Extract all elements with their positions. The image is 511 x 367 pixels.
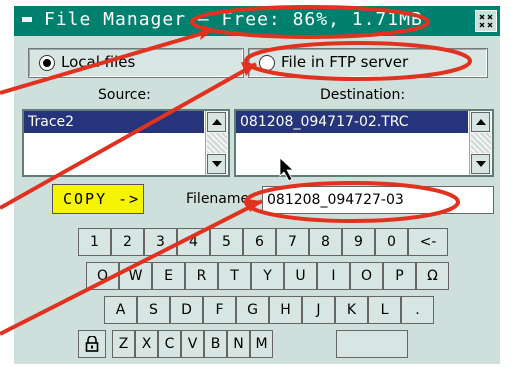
source-label: Source: [98, 87, 151, 103]
local-files-option[interactable]: Local files [28, 48, 244, 78]
key-3[interactable]: 3 [144, 228, 177, 256]
key-9[interactable]: 9 [342, 228, 375, 256]
destination-list[interactable]: 081208_094717-02.TRC [234, 109, 494, 177]
key-a[interactable]: A [104, 296, 137, 324]
local-files-radio[interactable] [39, 55, 55, 71]
window-title: File Manager – Free: 86%, 1.71MB [44, 9, 423, 30]
source-scrollbar[interactable] [205, 111, 228, 175]
source-list[interactable]: Trace2 [22, 109, 230, 177]
key-backspace[interactable]: <- [408, 228, 448, 256]
key-l[interactable]: L [368, 296, 401, 324]
key-d[interactable]: D [170, 296, 203, 324]
ftp-server-label: File in FTP server [281, 53, 409, 71]
key-e[interactable]: E [152, 262, 185, 290]
space-key[interactable] [336, 330, 408, 358]
key-v[interactable]: V [181, 330, 204, 358]
destination-label: Destination: [320, 87, 406, 103]
title-bar: File Manager – Free: 86%, 1.71MB [14, 6, 500, 36]
key-j[interactable]: J [302, 296, 335, 324]
key-7[interactable]: 7 [276, 228, 309, 256]
minimize-icon[interactable] [22, 17, 32, 22]
key-w[interactable]: W [119, 262, 152, 290]
key-r[interactable]: R [185, 262, 218, 290]
scroll-track[interactable] [471, 133, 491, 153]
key-1[interactable]: 1 [78, 228, 111, 256]
scroll-up-icon[interactable] [207, 112, 226, 132]
scroll-down-icon[interactable] [207, 154, 226, 174]
key-k[interactable]: K [335, 296, 368, 324]
key-4[interactable]: 4 [177, 228, 210, 256]
key-x[interactable]: X [135, 330, 158, 358]
key-6[interactable]: 6 [243, 228, 276, 256]
key-n[interactable]: N [227, 330, 250, 358]
key-5[interactable]: 5 [210, 228, 243, 256]
key-g[interactable]: G [236, 296, 269, 324]
key-y[interactable]: Y [251, 262, 284, 290]
destination-list-item[interactable]: 081208_094717-02.TRC [236, 111, 468, 133]
key-m[interactable]: M [250, 330, 273, 358]
key-0[interactable]: 0 [375, 228, 408, 256]
scroll-up-icon[interactable] [471, 112, 490, 132]
key-s[interactable]: S [137, 296, 170, 324]
copy-button[interactable]: COPY -> [52, 184, 144, 214]
local-files-label: Local files [61, 53, 136, 71]
filename-label: Filename [186, 191, 250, 207]
file-manager-window: File Manager – Free: 86%, 1.71MB Local f… [0, 0, 511, 367]
ftp-server-radio[interactable] [259, 55, 275, 71]
key-2[interactable]: 2 [111, 228, 144, 256]
key-z[interactable]: Z [112, 330, 135, 358]
filename-input[interactable]: 081208_094727-03 [262, 186, 494, 214]
source-list-item[interactable]: Trace2 [24, 111, 204, 133]
key-period[interactable]: . [401, 296, 434, 324]
key-h[interactable]: H [269, 296, 302, 324]
key-b[interactable]: B [204, 330, 227, 358]
key-f[interactable]: F [203, 296, 236, 324]
key-i[interactable]: I [317, 262, 350, 290]
key-q[interactable]: Q [86, 262, 119, 290]
key-p[interactable]: P [383, 262, 416, 290]
destination-scrollbar[interactable] [469, 111, 492, 175]
key-ω[interactable]: Ω [416, 262, 449, 290]
key-o[interactable]: O [350, 262, 383, 290]
key-8[interactable]: 8 [309, 228, 342, 256]
key-c[interactable]: C [158, 330, 181, 358]
key-u[interactable]: U [284, 262, 317, 290]
scroll-down-icon[interactable] [471, 154, 490, 174]
close-icon[interactable] [475, 10, 497, 32]
key-t[interactable]: T [218, 262, 251, 290]
ftp-server-option[interactable]: File in FTP server [248, 48, 488, 78]
lock-icon[interactable] [78, 330, 106, 358]
scroll-track[interactable] [207, 133, 227, 153]
